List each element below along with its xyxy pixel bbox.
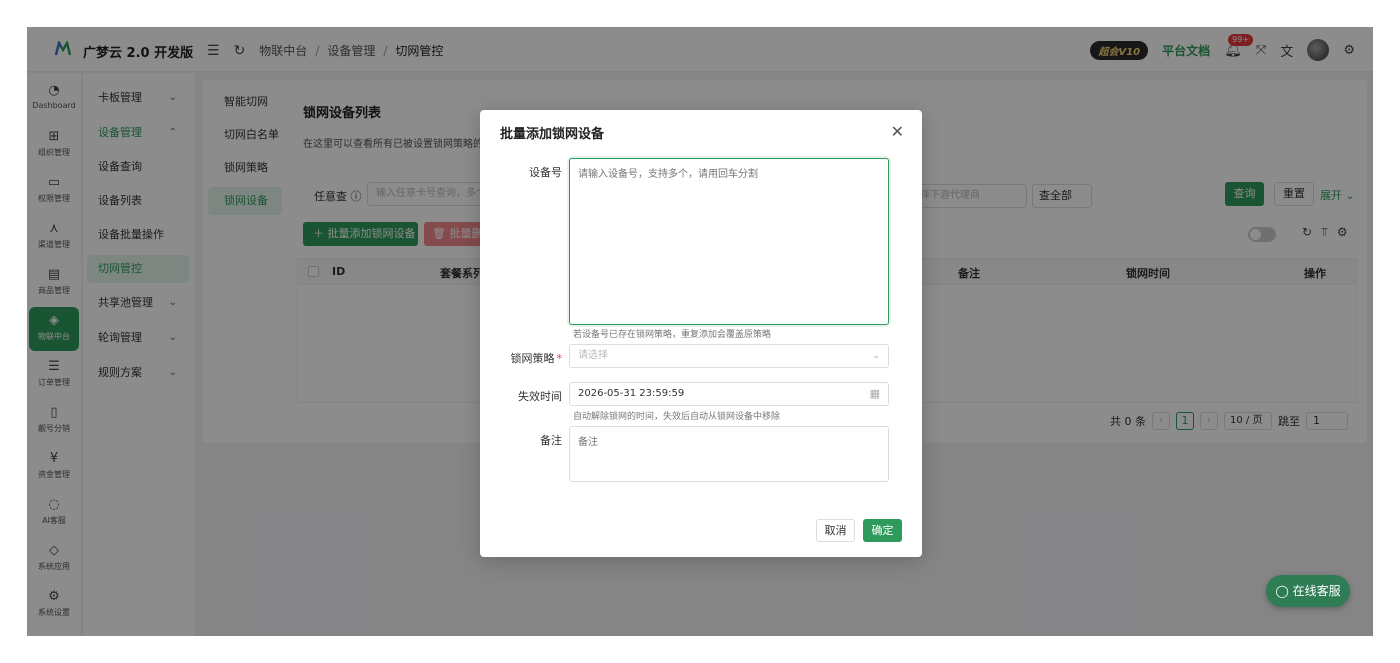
device-help-text: 若设备号已存在锁网策略，重复添加会覆盖原策略 (573, 330, 772, 340)
cancel-button[interactable]: 取消 (816, 519, 855, 542)
chat-icon: ◯ (1275, 584, 1289, 598)
online-service-button[interactable]: ◯ 在线客服 (1266, 575, 1350, 607)
required-mark: * (556, 352, 563, 365)
chevron-down-icon: ⌄ (872, 351, 880, 361)
policy-select[interactable]: 请选择 ⌄ (569, 344, 889, 368)
chat-label: 在线客服 (1292, 584, 1341, 598)
confirm-button[interactable]: 确定 (863, 519, 902, 542)
device-number-input[interactable] (569, 158, 889, 325)
batch-add-modal: 批量添加锁网设备 ✕ 设备号 若设备号已存在锁网策略，重复添加会覆盖原策略 锁网… (480, 110, 922, 557)
close-icon[interactable]: ✕ (891, 122, 904, 141)
policy-placeholder: 请选择 (578, 350, 608, 361)
calendar-icon: ▦ (869, 387, 880, 400)
policy-label: 锁网策略 * (490, 350, 563, 366)
expire-date-picker[interactable]: 2026-05-31 23:59:59 ▦ (569, 382, 889, 406)
note-label: 备注 (540, 434, 562, 447)
policy-label-text: 锁网策略 (510, 352, 555, 365)
expire-date-value: 2026-05-31 23:59:59 (578, 388, 685, 399)
expire-label: 失效时间 (518, 390, 562, 403)
expire-help-text: 自动解除锁网的时间，失效后自动从锁网设备中移除 (573, 412, 781, 422)
note-input[interactable] (569, 426, 889, 482)
modal-title: 批量添加锁网设备 (500, 127, 605, 142)
device-label: 设备号 (529, 166, 562, 179)
